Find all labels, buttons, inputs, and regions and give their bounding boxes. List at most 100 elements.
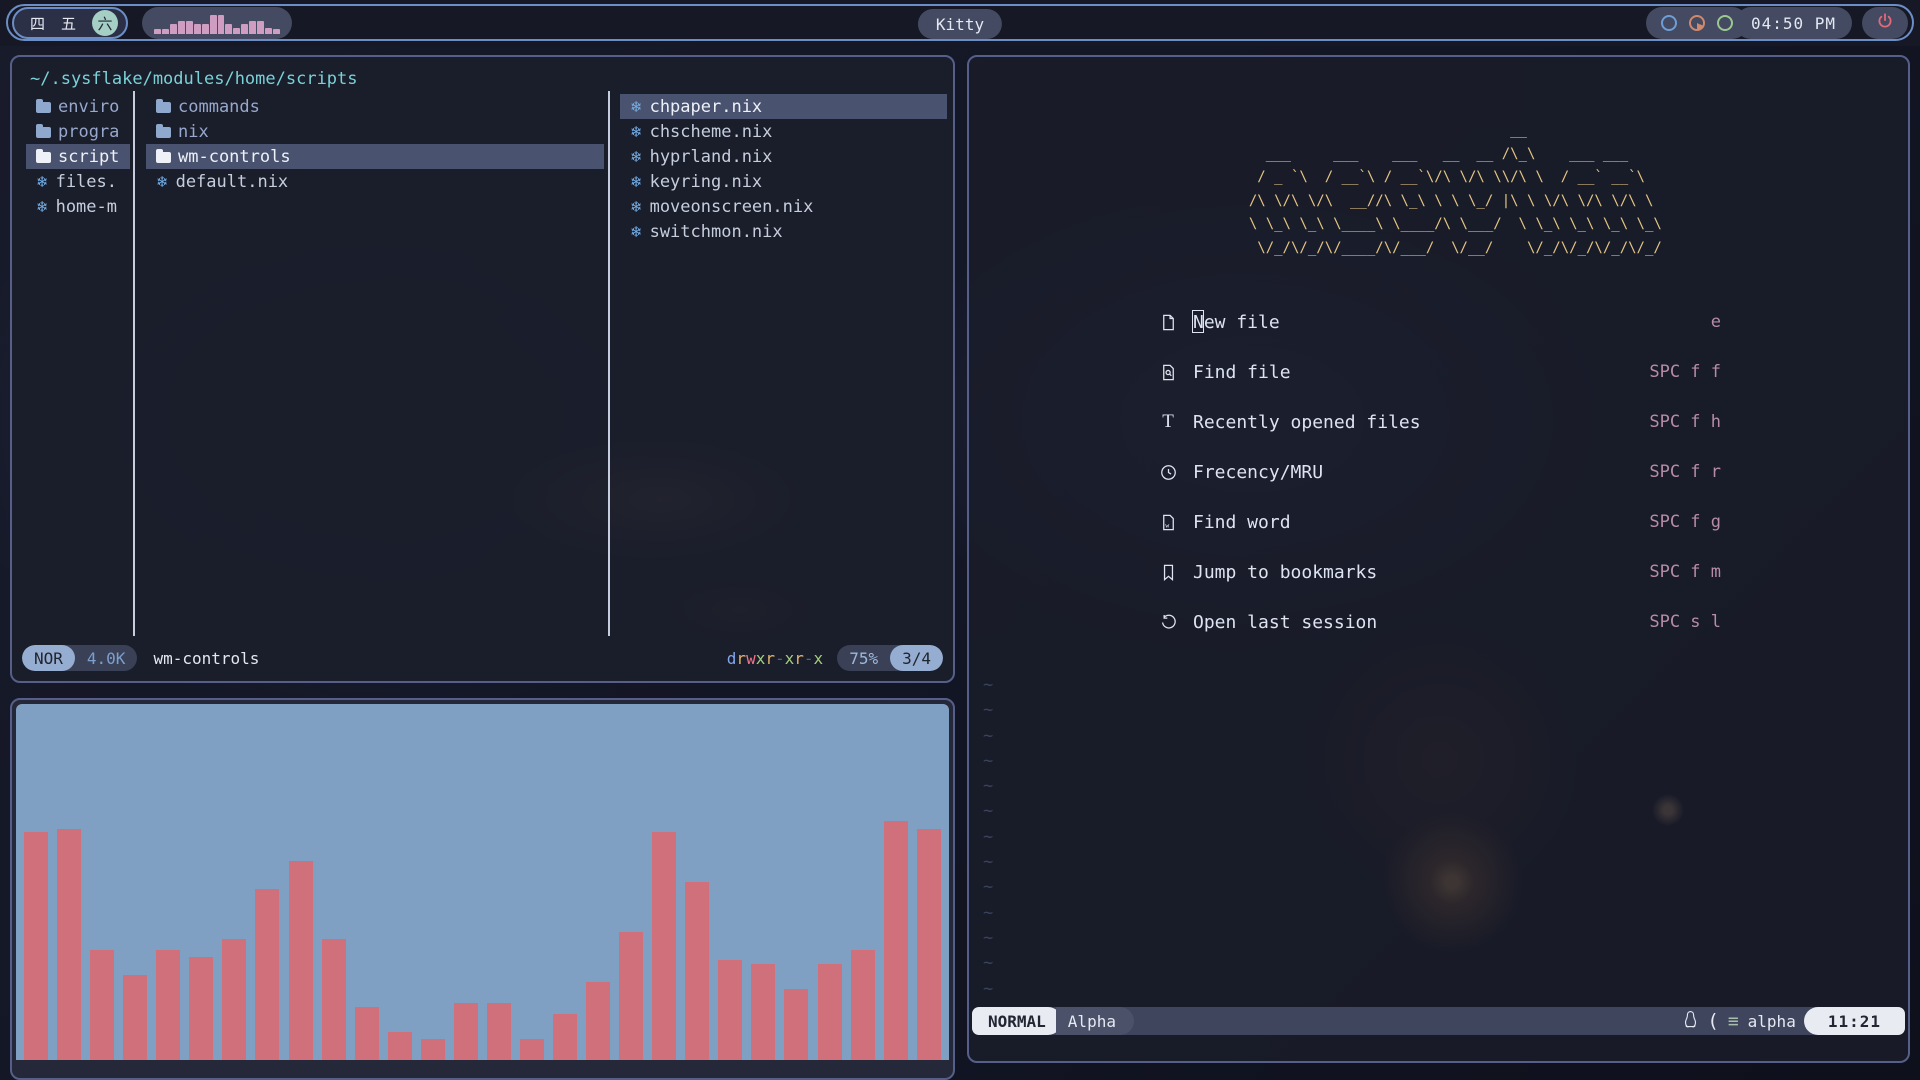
chart-bar (189, 957, 213, 1060)
workspaces-widget[interactable]: 四 五 六 (12, 7, 128, 39)
status-bar: NOR 4.0K wm-controls drwxr-xr-x 75% 3/4 (22, 645, 943, 671)
chart-bar (24, 832, 48, 1060)
recent-files-icon: T (1156, 411, 1180, 433)
workspace-5[interactable]: 五 (61, 13, 76, 34)
filetype-label: alpha (1748, 1012, 1796, 1031)
chart-bar (454, 1003, 478, 1060)
folder-icon (156, 102, 171, 113)
block-cursor (1192, 310, 1204, 333)
statusline-time: 11:21 (1804, 1007, 1905, 1035)
chart-bar (255, 889, 279, 1060)
file-row[interactable]: commands (146, 94, 604, 119)
neovim-window[interactable]: __ ___ ___ ___ __ __ /\_\ ___ ___ / _ `\… (967, 55, 1910, 1063)
chart-bar (57, 829, 81, 1060)
file-row[interactable]: ❄files. (26, 169, 130, 194)
chart-bar (487, 1003, 511, 1060)
green-ring-icon[interactable] (1717, 15, 1733, 31)
blue-ring-icon[interactable] (1661, 15, 1677, 31)
chart-bar (123, 975, 147, 1060)
chart-bar (851, 950, 875, 1060)
restore-session-icon (1156, 613, 1180, 632)
chart-bar (619, 932, 643, 1060)
scroll-percent: 75% (837, 645, 890, 671)
menu-item-recent-files[interactable]: T Recently opened files SPC f h (1156, 397, 1721, 447)
file-row[interactable]: ❄switchmon.nix (620, 219, 947, 244)
histogram-bar (273, 29, 280, 34)
chart-bar (289, 861, 313, 1060)
folder-icon (36, 102, 51, 113)
chart-bar (421, 1039, 445, 1060)
hovered-filename: wm-controls (153, 649, 259, 668)
file-row[interactable]: enviro (26, 94, 130, 119)
percent-position-pill: 75% 3/4 (837, 645, 943, 671)
visualizer-window[interactable] (10, 698, 955, 1080)
permissions: drwxr-xr-x (727, 649, 823, 668)
chart-bar (784, 989, 808, 1060)
vim-mode-badge: NORMAL (972, 1007, 1062, 1035)
histogram-bar (194, 24, 201, 34)
file-row[interactable]: nix (146, 119, 604, 144)
window-title-label: Kitty (936, 15, 984, 34)
nix-icon: ❄ (630, 198, 643, 216)
mode-badge: NOR (22, 645, 75, 671)
nix-icon: ❄ (630, 223, 643, 241)
preview-column: ❄chpaper.nix ❄chscheme.nix ❄hyprland.nix… (620, 94, 947, 244)
clock-label: 04:50 PM (1751, 14, 1836, 33)
chart-bar (818, 964, 842, 1060)
power-button[interactable] (1862, 7, 1908, 39)
chart-bar (586, 982, 610, 1060)
find-file-icon (1156, 363, 1180, 382)
menu-item-frecency[interactable]: Frecency/MRU SPC f r (1156, 447, 1721, 497)
menu-item-find-file[interactable]: Find file SPC f f (1156, 347, 1721, 397)
file-row[interactable]: progra (26, 119, 130, 144)
nix-icon: ❄ (156, 173, 169, 191)
workspace-4[interactable]: 四 (30, 13, 45, 34)
chart-bar (917, 829, 941, 1060)
file-row[interactable]: ❄moveonscreen.nix (620, 194, 947, 219)
list-lines-icon: ≡ (1728, 1011, 1739, 1032)
statusline: NORMAL Alpha ( ≡ alpha 11:21 (972, 1007, 1905, 1035)
file-manager-window[interactable]: ~/.sysflake/modules/home/scripts enviro … (10, 55, 955, 683)
folder-icon (36, 152, 51, 163)
chart-bar (751, 964, 775, 1060)
column-divider (608, 91, 610, 636)
orange-ring-icon[interactable] (1689, 15, 1705, 31)
chart-bar (322, 939, 346, 1060)
histogram-bar (265, 28, 272, 34)
svg-text:w: w (1165, 522, 1169, 529)
chart-bar (90, 950, 114, 1060)
histogram-bar (210, 15, 217, 34)
menu-item-last-session[interactable]: Open last session SPC s l (1156, 597, 1721, 647)
nix-icon: ❄ (36, 173, 49, 191)
menu-item-bookmarks[interactable]: Jump to bookmarks SPC f m (1156, 547, 1721, 597)
chart-bar (553, 1014, 577, 1060)
clock-widget[interactable]: 04:50 PM (1735, 7, 1852, 39)
histogram-bar (249, 21, 256, 34)
file-row-selected[interactable]: wm-controls (146, 144, 604, 169)
system-histogram-widget[interactable] (142, 7, 292, 39)
nix-icon: ❄ (630, 123, 643, 141)
histogram-bar (202, 24, 209, 34)
menu-item-find-word[interactable]: w Find word SPC f g (1156, 497, 1721, 547)
folder-icon (156, 152, 171, 163)
status-indicators-widget[interactable] (1646, 7, 1748, 39)
file-row[interactable]: ❄keyring.nix (620, 169, 947, 194)
file-row[interactable]: ❄hyprland.nix (620, 144, 947, 169)
histogram-bar (218, 15, 225, 34)
chart-bar (652, 832, 676, 1060)
file-row[interactable]: ❄chscheme.nix (620, 119, 947, 144)
linux-penguin-icon (1683, 1010, 1698, 1032)
file-row-selected[interactable]: script (26, 144, 130, 169)
histogram-bar (241, 24, 248, 34)
file-row[interactable]: ❄home-m (26, 194, 130, 219)
file-row[interactable]: ❄default.nix (146, 169, 604, 194)
active-window-title: Kitty (918, 9, 1002, 39)
workspace-6-active[interactable]: 六 (92, 10, 118, 36)
clock-icon (1156, 463, 1180, 482)
menu-item-new-file[interactable]: New file e (1156, 297, 1721, 347)
file-row-selected[interactable]: ❄chpaper.nix (620, 94, 947, 119)
histogram-bar (154, 29, 161, 34)
new-file-icon (1156, 313, 1180, 332)
nix-icon: ❄ (630, 98, 643, 116)
find-word-icon: w (1156, 513, 1180, 532)
